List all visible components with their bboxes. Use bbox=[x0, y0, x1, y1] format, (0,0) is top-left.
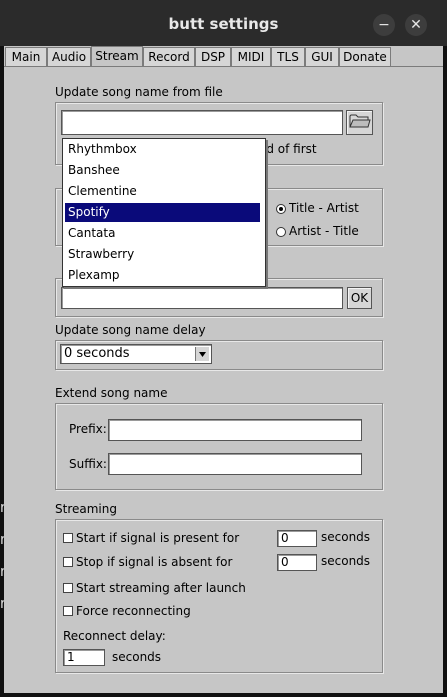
force-reconnect-checkbox[interactable] bbox=[63, 606, 73, 616]
tab-record[interactable]: Record bbox=[143, 47, 195, 67]
stop-if-absent-checkbox[interactable] bbox=[63, 557, 73, 567]
tab-dsp[interactable]: DSP bbox=[195, 47, 231, 67]
chevron-down-icon bbox=[195, 347, 209, 361]
stop-seconds-input[interactable]: 0 bbox=[277, 554, 317, 571]
url-ok-button[interactable]: OK bbox=[347, 287, 372, 309]
browse-file-button[interactable] bbox=[346, 110, 373, 135]
stop-seconds-unit: seconds bbox=[321, 554, 371, 568]
tab-divider bbox=[4, 66, 443, 67]
tab-audio[interactable]: Audio bbox=[47, 47, 91, 67]
title-artist-label: Title - Artist bbox=[289, 201, 359, 215]
reconnect-delay-unit: seconds bbox=[112, 650, 162, 664]
reconnect-delay-input[interactable]: 1 bbox=[63, 649, 105, 666]
music-player-dropdown-list: Rhythmbox Banshee Clementine Spotify Can… bbox=[62, 138, 266, 287]
settings-panel: Main Audio Stream Record DSP MIDI TLS GU… bbox=[4, 46, 443, 693]
dropdown-item-cantata[interactable]: Cantata bbox=[65, 224, 260, 243]
dropdown-item-plexamp[interactable]: Plexamp bbox=[65, 266, 260, 285]
song-file-path-field[interactable] bbox=[61, 110, 343, 135]
reconnect-delay-label: Reconnect delay: bbox=[63, 629, 166, 643]
force-reconnect-label: Force reconnecting bbox=[76, 604, 191, 618]
minimize-button[interactable]: − bbox=[373, 14, 395, 36]
dropdown-item-rhythmbox[interactable]: Rhythmbox bbox=[65, 140, 260, 159]
tab-tls[interactable]: TLS bbox=[271, 47, 305, 67]
folder-icon bbox=[349, 114, 371, 128]
song-url-field[interactable] bbox=[61, 287, 343, 309]
title-artist-radio[interactable] bbox=[276, 204, 286, 214]
tab-gui[interactable]: GUI bbox=[305, 47, 339, 67]
close-button[interactable]: ✕ bbox=[405, 14, 427, 36]
start-if-present-label: Start if signal is present for bbox=[76, 531, 240, 545]
prefix-label: Prefix: bbox=[69, 422, 107, 436]
extend-label: Extend song name bbox=[55, 386, 168, 400]
delay-value: 0 seconds bbox=[64, 346, 130, 361]
stop-if-absent-label: Stop if signal is absent for bbox=[76, 555, 233, 569]
extend-group bbox=[55, 403, 383, 490]
dropdown-item-clementine[interactable]: Clementine bbox=[65, 182, 260, 201]
tab-midi[interactable]: MIDI bbox=[231, 47, 271, 67]
start-if-present-checkbox[interactable] bbox=[63, 533, 73, 543]
update-file-label: Update song name from file bbox=[55, 85, 223, 99]
artist-title-label: Artist - Title bbox=[289, 224, 359, 238]
start-seconds-input[interactable]: 0 bbox=[277, 530, 317, 547]
read-last-line-option-text: ad of first bbox=[259, 142, 317, 156]
suffix-label: Suffix: bbox=[69, 457, 107, 471]
delay-label: Update song name delay bbox=[55, 323, 206, 337]
start-after-launch-checkbox[interactable] bbox=[63, 583, 73, 593]
tab-donate[interactable]: Donate bbox=[339, 47, 391, 67]
tab-main[interactable]: Main bbox=[5, 47, 47, 67]
streaming-label: Streaming bbox=[55, 502, 117, 516]
start-seconds-unit: seconds bbox=[321, 530, 371, 544]
artist-title-radio[interactable] bbox=[276, 227, 286, 237]
start-after-launch-label: Start streaming after launch bbox=[76, 581, 246, 595]
prefix-input[interactable] bbox=[108, 419, 362, 441]
suffix-input[interactable] bbox=[108, 453, 362, 475]
dropdown-item-spotify[interactable]: Spotify bbox=[65, 203, 260, 222]
tab-stream[interactable]: Stream bbox=[91, 46, 143, 67]
dropdown-item-strawberry[interactable]: Strawberry bbox=[65, 245, 260, 264]
dropdown-item-banshee[interactable]: Banshee bbox=[65, 161, 260, 180]
title-bar: butt settings − ✕ bbox=[0, 0, 447, 46]
delay-select[interactable]: 0 seconds bbox=[60, 344, 212, 364]
